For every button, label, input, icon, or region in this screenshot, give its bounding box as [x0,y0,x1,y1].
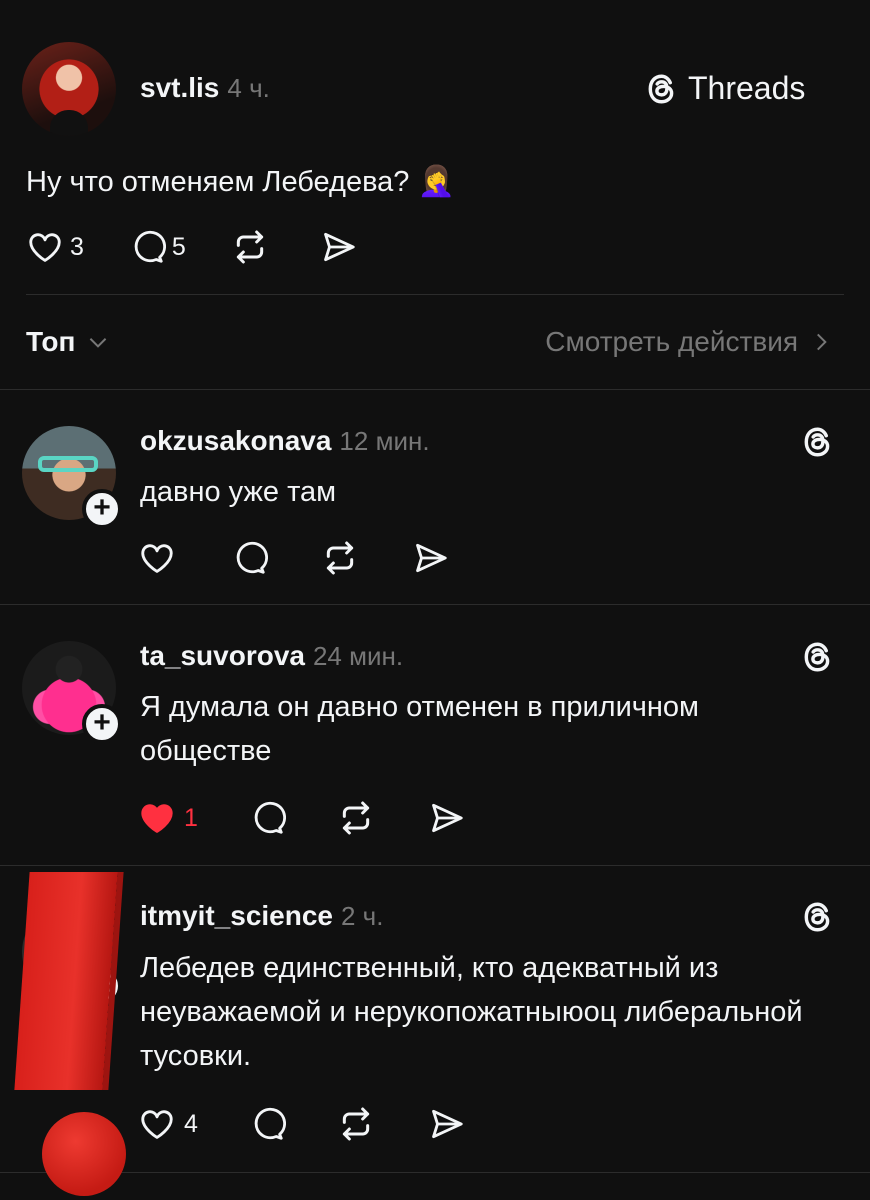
comment-icon[interactable] [230,539,268,577]
like-button-liked[interactable]: 1 [138,799,198,837]
comment-icon [134,230,166,263]
comment-actions [138,538,450,578]
threads-brand-label: Threads [688,70,806,106]
share-icon[interactable] [320,228,358,266]
heart-icon[interactable] [138,539,176,577]
divider [0,1172,870,1173]
post-like-button[interactable]: 3 [26,228,84,266]
share-icon[interactable] [412,539,450,577]
follow-plus-button[interactable]: + [82,489,122,529]
comment-icon[interactable] [248,799,286,837]
comment-actions: 4 [138,1104,466,1144]
heart-filled-icon [141,804,173,833]
post-header: svt.lis 4 ч. [140,72,270,104]
heart-icon [29,233,61,262]
threads-logo-icon[interactable] [800,639,836,675]
repost-icon[interactable] [320,538,360,578]
threads-logo-icon[interactable] [800,899,836,935]
post-reply-button[interactable]: 5 [128,228,186,266]
divider [26,294,844,295]
sort-label: Топ [26,326,76,357]
comment-header: ta_suvorova 24 мин. [140,640,403,672]
comment-icon[interactable] [248,1105,286,1143]
chevron-right-icon [817,333,827,351]
comment-header: okzusakonava 12 мин. [140,425,430,457]
share-icon[interactable] [428,1105,466,1143]
post-reply-count: 5 [171,232,186,261]
view-activity-link[interactable]: Смотреть действия [545,326,834,358]
comment-text: Я думала он давно отменен в приличном об… [140,691,699,767]
divider [0,389,870,390]
comment-actions: 1 [138,798,466,838]
like-count: 1 [184,803,198,832]
avatar-glasses [38,456,98,472]
divider [0,604,870,605]
post-actions: 3 5 [26,227,358,267]
comment-username[interactable]: okzusakonava [140,425,331,456]
exclamation-mark-overlay [14,872,118,1090]
comment-text: давно уже там [140,476,337,508]
post-text: Ну что отменяем Лебедева? [26,166,410,198]
like-count: 4 [184,1109,198,1138]
post-time: 4 ч. [227,73,270,103]
repost-icon[interactable] [336,798,376,838]
comment-header: itmyit_science 2 ч. [140,900,383,932]
facepalm-emoji: 🤦‍♀️ [417,165,455,198]
like-button[interactable]: 4 [138,1105,198,1143]
post-username[interactable]: svt.lis [140,72,219,103]
divider [0,865,870,866]
comment-time: 24 мин. [312,641,404,671]
share-icon[interactable] [428,799,466,837]
post-text-row: Ну что отменяем Лебедева? 🤦‍♀️ [26,160,455,204]
threads-brand[interactable]: Threads [644,70,805,107]
repost-icon[interactable] [336,1104,376,1144]
comment-text: Лебедев единственный, кто адекватный из … [140,952,803,1072]
comment-username[interactable]: ta_suvorova [140,640,305,671]
exclamation-dot-overlay [42,1112,126,1196]
threads-logo-icon[interactable] [800,424,836,460]
comment-username[interactable]: itmyit_science [140,900,333,931]
threads-logo-icon [648,74,674,103]
follow-plus-button[interactable]: + [82,704,122,744]
comment-time: 2 ч. [341,901,384,931]
repost-icon[interactable] [230,227,270,267]
view-activity-label: Смотреть действия [545,326,798,357]
sort-dropdown[interactable]: Топ [26,326,111,358]
author-avatar[interactable] [22,42,116,136]
chevron-down-icon [90,338,107,348]
comment-time: 12 мин. [339,426,430,456]
post-like-count: 3 [70,232,84,261]
heart-icon [141,1110,173,1139]
